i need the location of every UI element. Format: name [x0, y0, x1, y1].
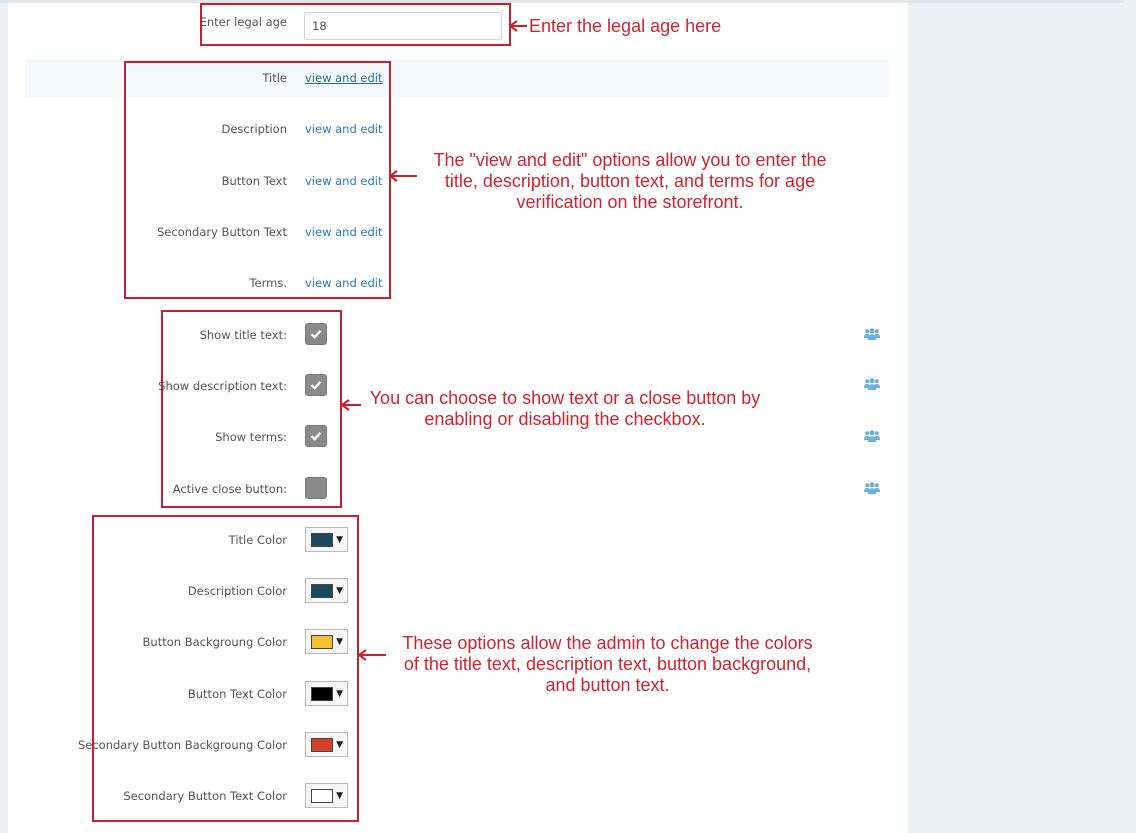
arrow-left-icon	[358, 649, 386, 661]
users-icon[interactable]	[864, 430, 880, 442]
annotation-line: of the title text, description text, but…	[403, 654, 812, 674]
annotation-line: and button text.	[545, 675, 670, 695]
checkbox-options-annotation: You can choose to show text or a close b…	[350, 388, 780, 430]
annotation-line: The "view and edit" options allow you to…	[433, 150, 827, 170]
text-options-annotation: The "view and edit" options allow you to…	[410, 150, 850, 213]
annotation-line: verification on the storefront.	[516, 192, 744, 212]
users-icon[interactable]	[864, 482, 880, 494]
annotation-line: These options allow the admin to change …	[402, 633, 813, 653]
users-icon[interactable]	[864, 378, 880, 390]
users-icon[interactable]	[864, 328, 880, 340]
legal-age-highlight-box	[200, 3, 511, 46]
annotation-line: You can choose to show text or a close b…	[369, 388, 761, 408]
color-options-highlight-box	[92, 515, 359, 822]
arrow-left-icon	[509, 20, 527, 32]
color-options-annotation: These options allow the admin to change …	[385, 633, 830, 696]
annotation-line: enabling or disabling the checkbox.	[424, 409, 706, 429]
checkbox-options-highlight-box	[161, 310, 342, 508]
text-options-highlight-box	[124, 61, 391, 299]
annotation-line: title, description, button text, and ter…	[444, 171, 816, 191]
legal-age-annotation: Enter the legal age here	[529, 16, 722, 36]
